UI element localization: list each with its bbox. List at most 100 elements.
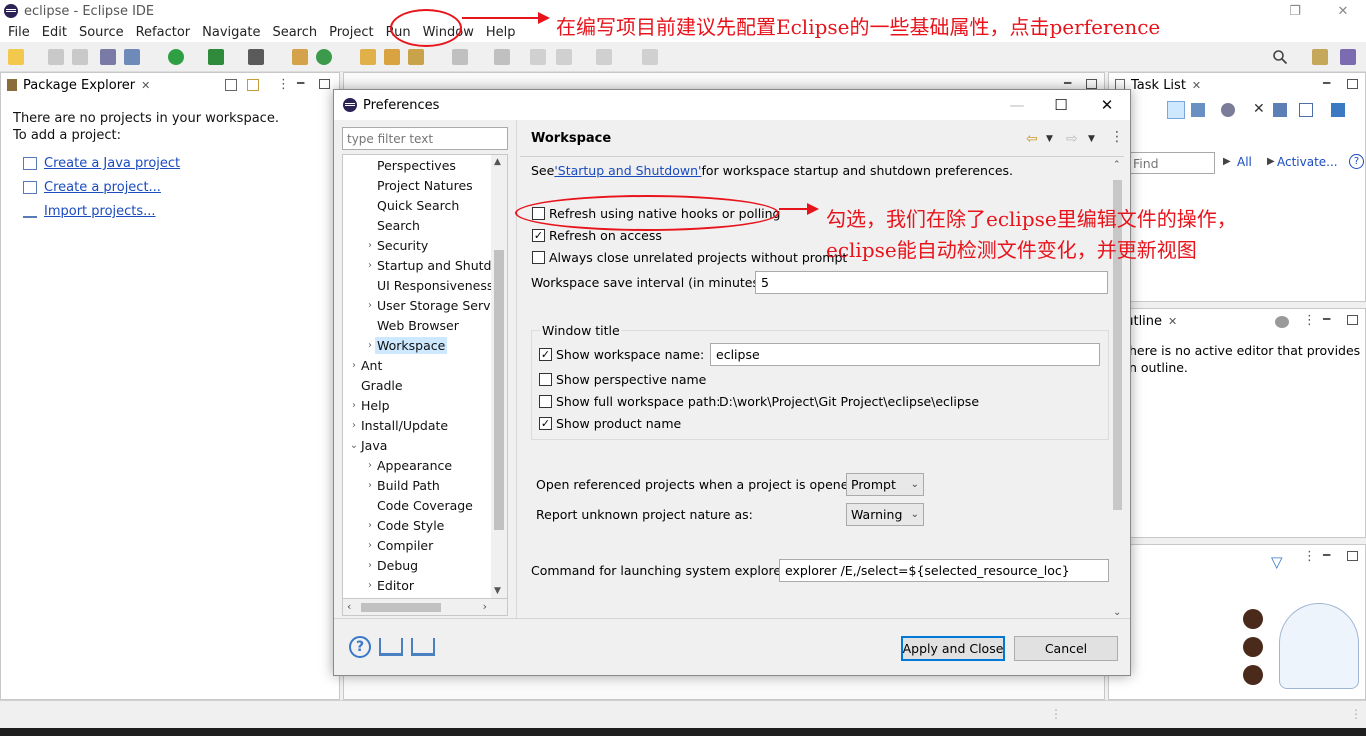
maximize-icon[interactable]	[1347, 79, 1358, 89]
import-projects-link[interactable]: Import projects...	[23, 204, 156, 219]
chevron-down-icon[interactable]: ▼	[1088, 134, 1095, 144]
tree-item[interactable]: › Ant	[347, 355, 382, 375]
tree-item[interactable]: Search	[363, 215, 420, 235]
help-icon[interactable]: ?	[349, 636, 371, 658]
tree-item[interactable]: › Security	[363, 235, 428, 255]
menu-project[interactable]: Project	[323, 25, 379, 40]
scroll-thumb[interactable]	[361, 603, 441, 612]
view-menu-icon[interactable]: ⋮	[277, 77, 290, 92]
save-all-icon[interactable]	[72, 49, 88, 65]
link-label[interactable]: Create a project...	[44, 180, 161, 195]
open-referenced-select[interactable]: Prompt ⌄	[846, 473, 924, 496]
tree-expander-icon[interactable]: ›	[363, 580, 377, 591]
close-icon[interactable]: ✕	[1092, 94, 1122, 116]
debug-icon[interactable]	[124, 49, 140, 65]
filter-icon[interactable]: ▽	[1271, 553, 1283, 571]
hide-completed-icon[interactable]: ✕	[1253, 101, 1265, 117]
startup-shutdown-link[interactable]: 'Startup and Shutdown'	[554, 163, 701, 178]
forward-icon[interactable]: ⇨	[1066, 131, 1078, 147]
tree-expander-icon[interactable]: ›	[363, 240, 377, 251]
collapse-icon[interactable]	[1299, 103, 1313, 117]
create-java-project-link[interactable]: Create a Java project	[23, 156, 180, 171]
scroll-left-icon[interactable]: ‹	[347, 600, 351, 613]
scheduled-icon[interactable]	[1191, 103, 1205, 117]
new-task-icon[interactable]	[1331, 103, 1345, 117]
tree-expander-icon[interactable]: ›	[363, 460, 377, 471]
open-perspective-icon[interactable]	[1312, 49, 1328, 65]
tree-item[interactable]: Code Coverage	[363, 495, 473, 515]
new-java-class-icon[interactable]	[316, 49, 332, 65]
command-input[interactable]	[779, 559, 1109, 582]
menu-file[interactable]: File	[2, 25, 36, 40]
tree-expander-icon[interactable]: ›	[347, 400, 361, 411]
tree-item[interactable]: › Startup and Shutdo	[363, 255, 499, 275]
checkbox[interactable]: ✓	[539, 417, 552, 430]
menu-help[interactable]: Help	[480, 25, 522, 40]
view-menu-icon[interactable]: ⋮	[1303, 313, 1316, 328]
tree-expander-icon[interactable]: ›	[363, 300, 377, 311]
checkbox[interactable]	[539, 395, 552, 408]
close-icon[interactable]: ✕	[141, 79, 150, 92]
search-toolbar-icon[interactable]	[408, 49, 424, 65]
tree-item[interactable]: › Compiler	[363, 535, 433, 555]
chevron-down-icon[interactable]: ▼	[1046, 134, 1053, 144]
tree-item[interactable]: Gradle	[347, 375, 403, 395]
view-menu-icon[interactable]: ⋮	[1110, 129, 1124, 145]
maximize-icon[interactable]	[1347, 315, 1358, 325]
restore-icon[interactable]: ❐	[1278, 0, 1312, 22]
skip-breakpoints-icon[interactable]	[100, 49, 116, 65]
minimize-icon[interactable]: ━	[1323, 76, 1330, 90]
pin-editor-icon[interactable]	[642, 49, 658, 65]
tree-expander-icon[interactable]: ⌄	[347, 440, 361, 451]
all-link[interactable]: All	[1237, 155, 1252, 169]
close-icon[interactable]: ✕	[1168, 315, 1177, 328]
export-icon[interactable]	[411, 638, 435, 656]
checkbox[interactable]: ✓	[532, 229, 545, 242]
categorized-icon[interactable]	[1167, 101, 1185, 119]
minimize-icon[interactable]: —	[1002, 94, 1032, 116]
scroll-down-icon[interactable]: ⌄	[1113, 607, 1121, 618]
close-icon[interactable]: ✕	[1326, 0, 1360, 22]
java-perspective-icon[interactable]	[1340, 49, 1356, 65]
always-close-checkbox[interactable]: Always close unrelated projects without …	[532, 250, 847, 265]
tree-expander-icon[interactable]: ›	[363, 260, 377, 271]
menu-search[interactable]: Search	[266, 25, 323, 40]
activate-link[interactable]: Activate...	[1277, 155, 1338, 169]
import-icon[interactable]	[379, 638, 403, 656]
menu-navigate[interactable]: Navigate	[196, 25, 266, 40]
scroll-down-icon[interactable]: ▼	[494, 586, 501, 596]
last-edit-icon[interactable]	[530, 49, 546, 65]
view-menu-icon[interactable]: ⋮	[1303, 549, 1316, 564]
save-icon[interactable]	[48, 49, 64, 65]
scroll-up-icon[interactable]: ▲	[494, 157, 501, 167]
search-icon[interactable]	[1272, 49, 1288, 65]
open-task-icon[interactable]	[384, 49, 400, 65]
tree-item[interactable]: › Install/Update	[347, 415, 448, 435]
new-icon[interactable]	[8, 49, 24, 65]
tab-package-explorer[interactable]: Package Explorer ✕	[1, 73, 157, 97]
minimize-icon[interactable]: ━	[1323, 548, 1330, 562]
tree-item[interactable]: › Build Path	[363, 475, 440, 495]
tree-expander-icon[interactable]: ›	[363, 520, 377, 531]
show-product-name-checkbox[interactable]: ✓ Show product name	[539, 416, 681, 431]
annotation-icon[interactable]	[452, 49, 468, 65]
checkbox[interactable]	[539, 373, 552, 386]
play-icon[interactable]: ▶	[1267, 156, 1275, 167]
tree-sash[interactable]	[516, 120, 517, 618]
show-workspace-name-checkbox[interactable]: ✓ Show workspace name:	[539, 347, 704, 362]
tree-item[interactable]: › Code Style	[363, 515, 444, 535]
close-icon[interactable]: ✕	[1192, 79, 1201, 92]
tree-item[interactable]: › Workspace	[363, 335, 448, 355]
checkbox[interactable]: ✓	[539, 348, 552, 361]
tree-item[interactable]: › Debug	[363, 555, 418, 575]
tree-horizontal-scrollbar[interactable]: ‹ ›	[342, 599, 508, 616]
tree-item[interactable]: › Editor	[363, 575, 414, 595]
tree-item[interactable]: Project Natures	[363, 175, 473, 195]
back-icon[interactable]: ⇦	[1026, 131, 1038, 147]
focus-icon[interactable]	[1275, 316, 1289, 328]
tree-expander-icon[interactable]: ›	[347, 420, 361, 431]
link-label[interactable]: Import projects...	[44, 204, 156, 219]
collapse-all-icon[interactable]	[225, 79, 237, 91]
link-editor-icon[interactable]	[247, 79, 259, 91]
tree-item[interactable]: UI Responsiveness	[363, 275, 493, 295]
